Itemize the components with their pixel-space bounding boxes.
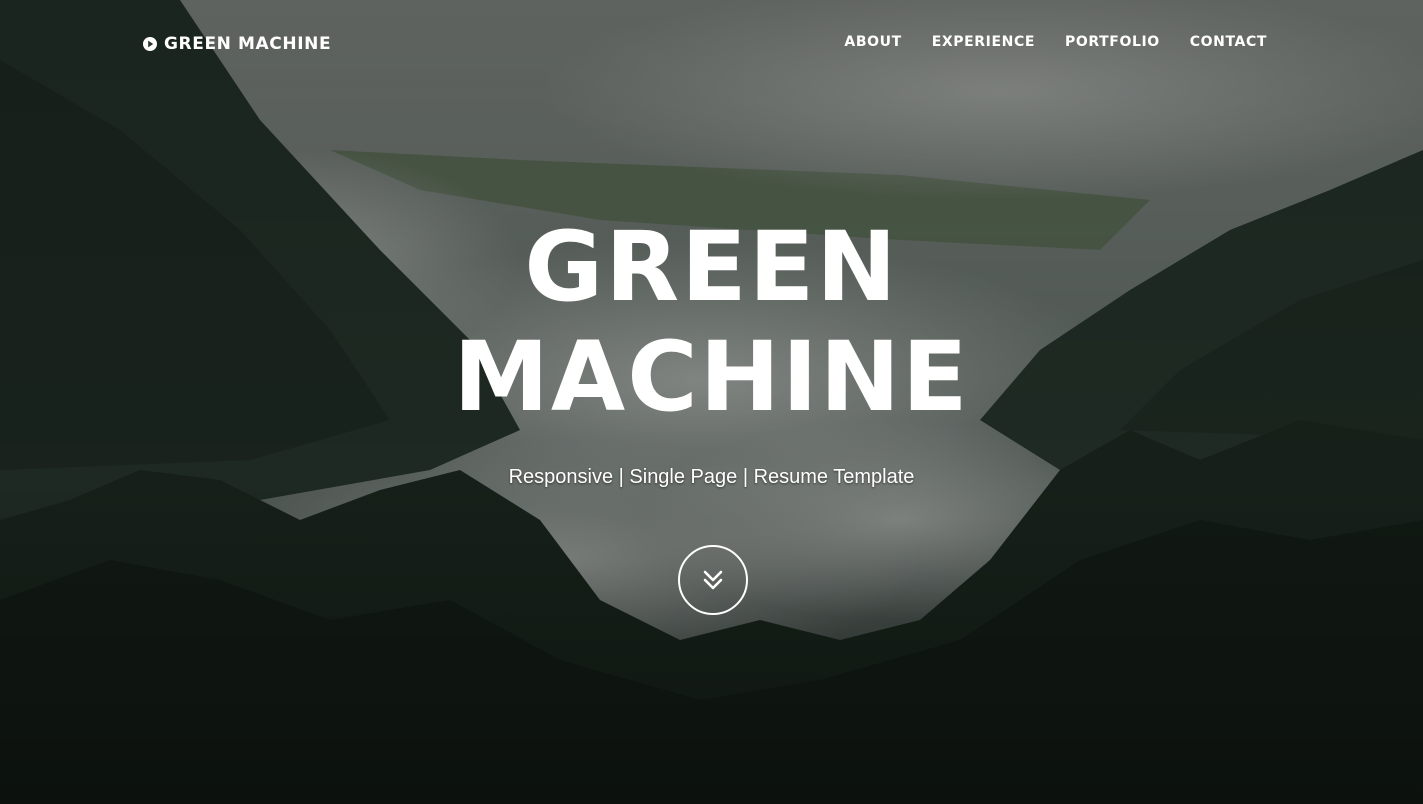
hero-title-line-2: MACHINE: [453, 321, 970, 433]
hero-section: GREEN MACHINE ABOUT EXPERIENCE PORTFOLIO…: [0, 0, 1423, 804]
main-nav: ABOUT EXPERIENCE PORTFOLIO CONTACT: [844, 34, 1267, 50]
hero-title: GREEN MACHINE: [0, 212, 1423, 432]
brand-label: GREEN MACHINE: [164, 34, 332, 54]
scroll-down-button[interactable]: [678, 545, 748, 615]
brand-link[interactable]: GREEN MACHINE: [142, 33, 331, 55]
nav-item-experience[interactable]: EXPERIENCE: [932, 34, 1035, 50]
hero-subtitle: Responsive | Single Page | Resume Templa…: [508, 466, 915, 488]
nav-item-about[interactable]: ABOUT: [844, 34, 901, 50]
top-navigation-bar: GREEN MACHINE ABOUT EXPERIENCE PORTFOLIO…: [0, 0, 1423, 88]
nav-item-contact[interactable]: CONTACT: [1190, 34, 1267, 50]
hero-title-line-1: GREEN: [524, 211, 899, 323]
nav-item-portfolio[interactable]: PORTFOLIO: [1065, 34, 1160, 50]
double-chevron-down-icon: [703, 570, 723, 590]
play-circle-icon: [142, 36, 158, 52]
